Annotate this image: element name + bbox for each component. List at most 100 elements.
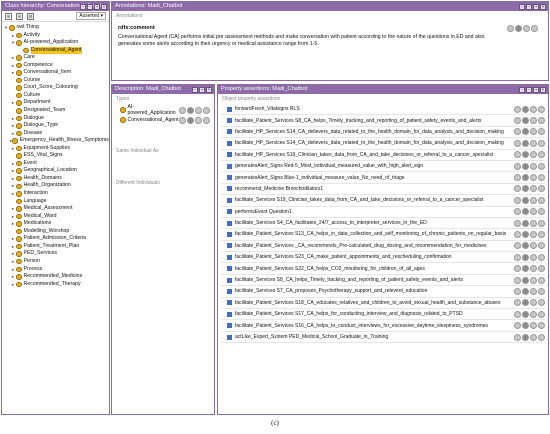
class-node[interactable]: ▾ owl:Thing <box>3 24 108 32</box>
maximize-icon[interactable]: ▪ <box>94 3 100 10</box>
edit-icon[interactable] <box>538 151 545 159</box>
annotate-icon[interactable] <box>522 208 529 216</box>
class-node[interactable]: ▸ Interaction <box>3 190 108 198</box>
delete-icon[interactable] <box>530 196 537 204</box>
edit-icon[interactable] <box>538 117 545 125</box>
class-node[interactable]: ▸ Recommended_Therapy <box>3 281 108 289</box>
minimize-icon[interactable]: – <box>192 86 198 93</box>
delete-icon[interactable] <box>530 242 537 250</box>
help-icon[interactable] <box>514 219 521 227</box>
help-icon[interactable] <box>514 117 521 125</box>
minimize-icon[interactable]: – <box>87 3 93 10</box>
edit-icon[interactable] <box>538 174 545 182</box>
edit-icon[interactable] <box>531 25 538 32</box>
edit-icon[interactable] <box>538 299 545 307</box>
delete-icon[interactable] <box>530 174 537 182</box>
help-icon[interactable] <box>514 196 521 204</box>
annotate-icon[interactable] <box>522 139 529 147</box>
annotate-icon[interactable] <box>515 25 522 32</box>
property-assertion-row[interactable]: facilitate_Patient_Services S23_CA_make_… <box>221 252 545 264</box>
edit-icon[interactable] <box>538 322 545 330</box>
help-icon[interactable] <box>514 265 521 273</box>
class-node[interactable]: Designated_Team <box>3 107 108 115</box>
annotate-icon[interactable] <box>522 253 529 261</box>
class-node[interactable]: ESS_Vital_Signs <box>3 152 108 160</box>
delete-class-icon[interactable]: ⊠ <box>27 12 34 20</box>
annotate-icon[interactable] <box>522 322 529 330</box>
class-node[interactable]: ▸ Equipment-Supplies <box>3 145 108 153</box>
annotate-icon[interactable] <box>522 219 529 227</box>
property-assertion-row[interactable]: facilitate_HP_Services S14_CA_delievers_… <box>221 127 545 139</box>
type-item[interactable]: AI-powered_Application <box>120 104 214 116</box>
class-node[interactable]: ▾ AI-powered_Application <box>3 39 108 47</box>
property-assertion-row[interactable]: facilitate_Services S8_CA_helps_Timely_t… <box>221 275 545 287</box>
annotate-icon[interactable] <box>522 105 529 113</box>
class-node[interactable]: ▸ Geographical_Location <box>3 167 108 175</box>
delete-icon[interactable] <box>530 253 537 261</box>
class-node[interactable]: ▸ Medications <box>3 220 108 228</box>
edit-icon[interactable] <box>538 139 545 147</box>
annotate-icon[interactable] <box>522 196 529 204</box>
property-assertion-row[interactable]: generatesAlert_Signs Blue-1_individual_m… <box>221 172 545 184</box>
pin-icon[interactable]: ▫ <box>80 3 86 10</box>
help-icon[interactable] <box>514 230 521 238</box>
class-node[interactable]: Language <box>3 198 108 206</box>
annotate-icon[interactable] <box>522 287 529 295</box>
annotate-icon[interactable] <box>522 276 529 284</box>
help-icon[interactable] <box>514 287 521 295</box>
delete-icon[interactable] <box>195 116 202 124</box>
delete-icon[interactable] <box>530 139 537 147</box>
add-subclass-icon[interactable]: ⊕ <box>5 12 12 20</box>
delete-icon[interactable] <box>530 287 537 295</box>
class-node[interactable]: ▸ Care <box>3 54 108 62</box>
annotate-icon[interactable] <box>522 333 529 341</box>
pin-icon[interactable]: ▫ <box>519 86 525 93</box>
edit-icon[interactable] <box>538 162 545 170</box>
property-assertion-row[interactable]: facilitate_Patient_Services S13_CA_helps… <box>221 229 545 241</box>
edit-icon[interactable] <box>538 333 545 341</box>
class-node[interactable]: ▸ Medical_Ward <box>3 213 108 221</box>
delete-icon[interactable] <box>530 265 537 273</box>
maximize-icon[interactable]: ▪ <box>199 86 205 93</box>
delete-icon[interactable] <box>530 230 537 238</box>
class-node[interactable]: ▸ Activity <box>3 32 108 40</box>
help-icon[interactable] <box>514 242 521 250</box>
property-assertion-row[interactable]: facilitate_Services S19_Clinician_takes_… <box>221 195 545 207</box>
property-assertion-row[interactable]: recommend_Medicine Bronchodilators1 <box>221 184 545 196</box>
minimize-icon[interactable]: – <box>526 86 532 93</box>
type-item[interactable]: Conversational_Agent <box>120 116 214 124</box>
class-node[interactable]: Court_Score_Colouring <box>3 84 108 92</box>
delete-icon[interactable] <box>530 322 537 330</box>
help-icon[interactable] <box>514 105 521 113</box>
delete-icon[interactable] <box>530 162 537 170</box>
property-assertion-row[interactable]: performsEvent Question1 <box>221 207 545 218</box>
edit-icon[interactable] <box>538 128 545 136</box>
class-node[interactable]: ▸ Medical_Assessment <box>3 205 108 213</box>
annotate-icon[interactable] <box>522 117 529 125</box>
property-assertion-row[interactable]: actLike_Expert_System PED_Medical_School… <box>221 332 545 344</box>
help-icon[interactable] <box>514 299 521 307</box>
class-node[interactable]: ▸ Competence <box>3 62 108 70</box>
delete-icon[interactable] <box>530 117 537 125</box>
class-node[interactable]: ▸ Recommended_Medicine <box>3 273 108 281</box>
class-node[interactable]: Culture <box>3 92 108 100</box>
annotate-icon[interactable] <box>187 116 194 124</box>
class-node[interactable]: ▸ Emergency_Health_Illness_Symptoms <box>3 137 109 145</box>
help-icon[interactable] <box>514 253 521 261</box>
class-node[interactable]: ▸ Patient_Admission_Criteria <box>3 235 108 243</box>
annotate-icon[interactable] <box>522 310 529 318</box>
add-sibling-icon[interactable]: ⊞ <box>16 12 23 20</box>
help-icon[interactable] <box>179 106 186 114</box>
delete-icon[interactable] <box>530 310 537 318</box>
class-node[interactable]: ▸ Department <box>3 99 108 107</box>
property-assertion-row[interactable]: facilitate_Patient_Services S8_CA_helps_… <box>221 115 545 127</box>
delete-icon[interactable] <box>530 105 537 113</box>
delete-icon[interactable] <box>530 208 537 216</box>
class-node[interactable]: ▸ Patient_Treatment_Plan <box>3 243 108 251</box>
delete-icon[interactable] <box>530 299 537 307</box>
class-node[interactable]: ▸ Health_Domains <box>3 175 108 183</box>
asserted-dropdown[interactable]: Asserted ▾ <box>76 12 106 20</box>
help-icon[interactable] <box>514 208 521 216</box>
edit-icon[interactable] <box>538 276 545 284</box>
help-icon[interactable] <box>514 162 521 170</box>
